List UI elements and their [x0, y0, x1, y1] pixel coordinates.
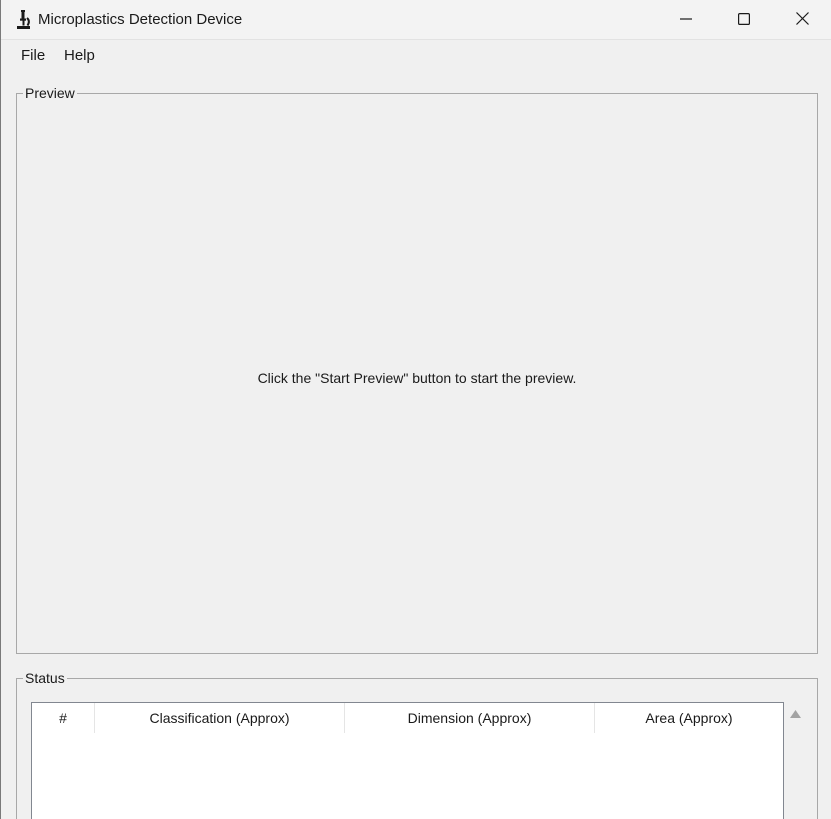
menu-bar: File Help: [1, 41, 831, 71]
maximize-button[interactable]: [715, 0, 773, 40]
table-header: # Classification (Approx) Dimension (App…: [32, 703, 783, 733]
scroll-up-arrow-icon: [789, 705, 801, 721]
preview-placeholder-message: Click the "Start Preview" button to star…: [257, 370, 577, 386]
minimize-button[interactable]: [657, 0, 715, 40]
close-icon: [795, 12, 809, 28]
scroll-up-button[interactable]: [788, 706, 802, 720]
microscope-icon: [15, 10, 33, 30]
detections-table[interactable]: # Classification (Approx) Dimension (App…: [31, 702, 784, 819]
window-title: Microplastics Detection Device: [38, 11, 243, 28]
column-header-dimension[interactable]: Dimension (Approx): [345, 703, 595, 733]
preview-group-title: Preview: [23, 84, 77, 102]
title-bar[interactable]: Microplastics Detection Device: [1, 0, 831, 40]
menu-file[interactable]: File: [20, 47, 46, 64]
minimize-icon: [680, 12, 692, 28]
menu-help[interactable]: Help: [63, 47, 96, 64]
maximize-icon: [738, 12, 751, 28]
status-group-title: Status: [23, 669, 67, 687]
status-group: Status # Classification (Approx) Dimensi…: [16, 669, 818, 819]
main-window: Microplastics Detection Device File Help…: [0, 0, 831, 819]
column-header-classification[interactable]: Classification (Approx): [95, 703, 345, 733]
close-button[interactable]: [773, 0, 831, 40]
column-header-index[interactable]: #: [32, 703, 95, 733]
column-header-area[interactable]: Area (Approx): [595, 703, 783, 733]
preview-group: Preview Click the "Start Preview" button…: [16, 84, 818, 654]
